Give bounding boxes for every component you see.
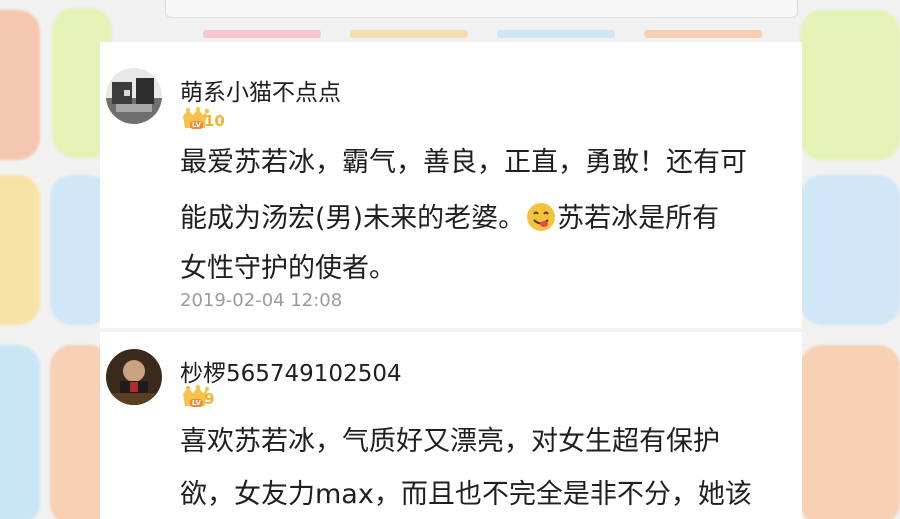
avatar-image xyxy=(106,349,162,405)
username[interactable]: 萌系小猫不点点 xyxy=(180,73,341,107)
level-number: 10 xyxy=(204,112,225,130)
comment-text-segment: 能成为汤宏(男)未来的老婆。 xyxy=(180,203,526,234)
background-tile xyxy=(0,345,40,519)
background-tile xyxy=(0,175,40,325)
savoring-food-emoji-icon xyxy=(527,203,556,231)
level-prefix: LV xyxy=(190,121,203,129)
comment-text-segment: 苏若冰是所有 xyxy=(557,203,720,234)
color-stripe xyxy=(644,30,762,38)
background-tile xyxy=(800,175,900,325)
comment-text-line: 最爱苏若冰，霸气，善良，正直，勇敢！还有可 xyxy=(180,147,747,178)
comment-card: 杪椤565749102504 LV 9 喜欢苏若冰，气质好又漂亮，对女生超有保护… xyxy=(100,332,802,519)
avatar[interactable] xyxy=(106,68,162,124)
top-input-box[interactable] xyxy=(165,0,798,18)
color-stripe xyxy=(203,30,321,38)
avatar-image xyxy=(106,68,162,124)
level-number: 9 xyxy=(204,390,215,408)
level-prefix: LV xyxy=(190,399,203,407)
avatar[interactable] xyxy=(106,349,162,405)
username[interactable]: 杪椤565749102504 xyxy=(180,354,402,388)
comment-text-line: 喜欢苏若冰，气质好又漂亮，对女生超有保护 xyxy=(180,426,720,457)
comment-text-line: 欲，女友力max，而且也不完全是非不分，她该 xyxy=(180,479,752,510)
comment-text-line: 能成为汤宏(男)未来的老婆。 苏若冰是所有 xyxy=(180,202,719,234)
level-badge: LV 9 xyxy=(180,384,226,416)
comment-card: 萌系小猫不点点 LV 10 最爱苏若冰，霸气，善良，正直，勇敢！还有可 能成为汤… xyxy=(100,42,802,328)
color-stripe xyxy=(350,30,468,38)
color-stripe xyxy=(497,30,615,38)
timestamp: 2019-02-04 12:08 xyxy=(180,290,343,311)
level-badge: LV 10 xyxy=(180,106,226,138)
background-tile xyxy=(0,10,40,160)
background-tile xyxy=(800,10,900,160)
background-tile xyxy=(800,345,900,519)
comment-text-line: 女性守护的使者。 xyxy=(180,253,396,284)
